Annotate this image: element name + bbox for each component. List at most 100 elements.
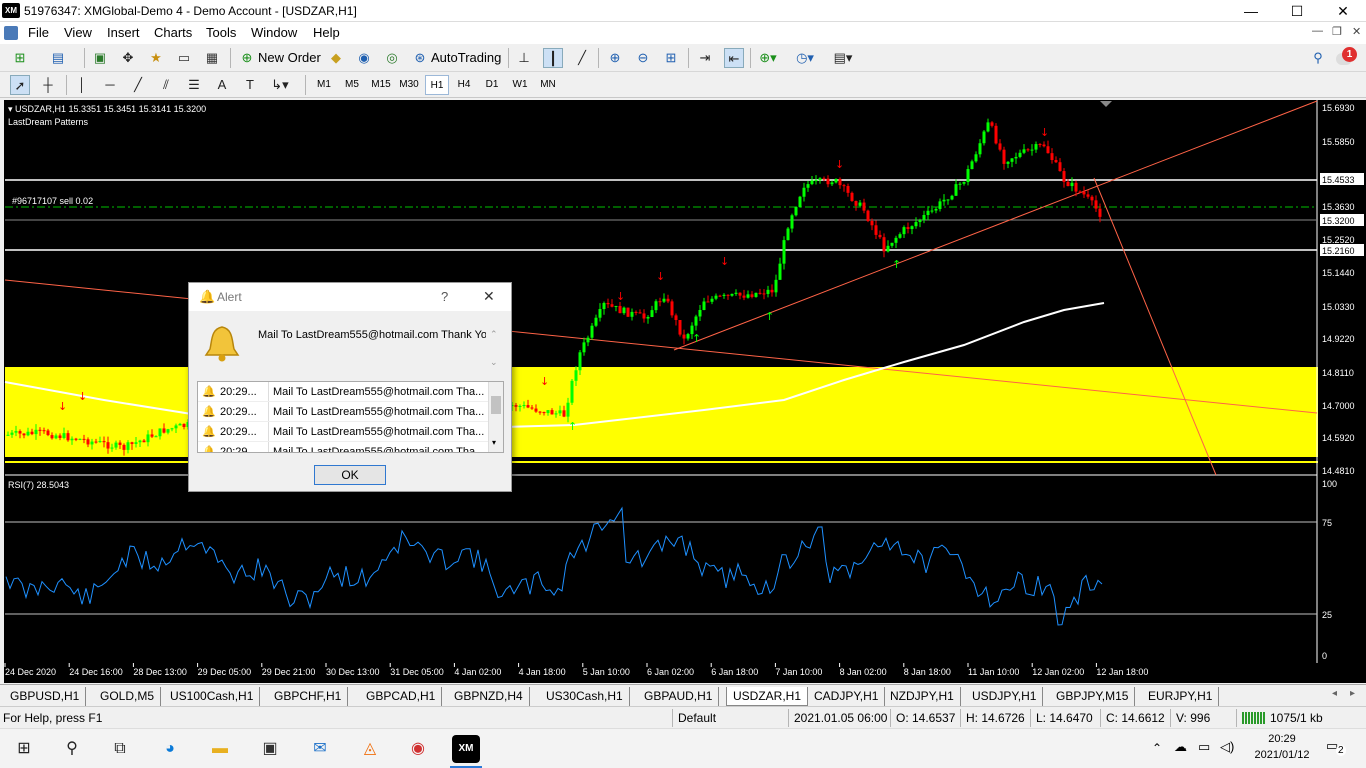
terminal-icon[interactable]: ▭ <box>174 48 194 68</box>
help-button[interactable]: ? <box>441 289 448 304</box>
list-item[interactable]: 🔔 20:29... Mail To LastDream555@hotmail.… <box>198 382 488 402</box>
minimize-button[interactable]: — <box>1228 0 1274 22</box>
chart-tab[interactable]: USDZAR,H1 <box>726 687 809 706</box>
chart-shift-marker[interactable] <box>1100 101 1112 107</box>
menu-help[interactable]: Help <box>313 25 340 40</box>
timeframe-m1[interactable]: M1 <box>312 75 336 95</box>
periods-icon[interactable]: ◷▾ <box>795 48 815 68</box>
scroll-down-icon[interactable]: ⌄ <box>490 357 498 368</box>
ok-button[interactable]: OK <box>314 465 386 485</box>
timeframe-m15[interactable]: M15 <box>368 75 394 95</box>
chart-tab[interactable]: CADJPY,H1 <box>808 687 886 706</box>
volume-icon[interactable]: ◁) <box>1220 739 1234 755</box>
menu-view[interactable]: View <box>64 25 92 40</box>
fibonacci-icon[interactable]: ☰ <box>184 75 204 95</box>
timeframe-m30[interactable]: M30 <box>396 75 422 95</box>
timeframe-mn[interactable]: MN <box>536 75 560 95</box>
alert-close-button[interactable]: ✕ <box>483 288 495 305</box>
search-icon[interactable]: ⚲ <box>58 735 86 763</box>
chart-tab[interactable]: US30Cash,H1 <box>540 687 630 706</box>
mdi-minimize-button[interactable]: — <box>1312 25 1323 37</box>
battery-icon[interactable]: ▭ <box>1198 739 1210 755</box>
chart-tab[interactable]: GOLD,M5 <box>94 687 162 706</box>
list-item[interactable]: 🔔 20:29... Mail To LastDream555@hotmail.… <box>198 442 488 452</box>
timeframe-h4[interactable]: H4 <box>452 75 476 95</box>
notifications-icon[interactable]: 1 <box>1336 47 1358 69</box>
menu-tools[interactable]: Tools <box>206 25 236 40</box>
text-label-icon[interactable]: T <box>240 75 260 95</box>
scrollbar-thumb[interactable] <box>491 396 501 414</box>
scroll-up-icon[interactable]: ⌃ <box>490 329 498 340</box>
alert-history-list[interactable]: 🔔 20:29... Mail To LastDream555@hotmail.… <box>197 381 504 453</box>
indicators-icon[interactable]: ⊕▾ <box>758 48 778 68</box>
text-icon[interactable]: A <box>212 75 232 95</box>
profiles-icon[interactable]: ▤ <box>48 48 68 68</box>
mdi-restore-button[interactable]: ❐ <box>1332 25 1342 38</box>
meta-editor-icon[interactable]: ◆ <box>326 48 346 68</box>
equidistant-channel-icon[interactable]: ⫽ <box>156 75 176 95</box>
action-center-icon[interactable]: ▭ 2 <box>1326 737 1348 757</box>
chrome-icon[interactable]: ◉ <box>404 735 432 763</box>
chart-tab[interactable]: US100Cash,H1 <box>164 687 261 706</box>
chart-tab[interactable]: NZDJPY,H1 <box>884 687 961 706</box>
maximize-button[interactable]: ☐ <box>1274 0 1320 22</box>
list-item[interactable]: 🔔 20:29... Mail To LastDream555@hotmail.… <box>198 422 488 442</box>
clock-date[interactable]: 2021/01/12 <box>1246 749 1318 761</box>
order-label[interactable]: #96717107 sell 0.02 <box>12 196 93 206</box>
menu-insert[interactable]: Insert <box>107 25 140 40</box>
data-window-icon[interactable]: ✥ <box>118 48 138 68</box>
menu-file[interactable]: File <box>28 25 49 40</box>
chart-tab[interactable]: GBPNZD,H4 <box>448 687 530 706</box>
line-chart-icon[interactable]: ╱ <box>572 48 592 68</box>
chart-dropdown-icon[interactable]: ▾ <box>8 104 15 114</box>
crosshair-icon[interactable]: ┼ <box>38 75 58 95</box>
menu-charts[interactable]: Charts <box>154 25 192 40</box>
vertical-line-icon[interactable]: │ <box>72 75 92 95</box>
menu-window[interactable]: Window <box>251 25 297 40</box>
chart-tab[interactable]: GBPJPY,M15 <box>1050 687 1136 706</box>
clock-time[interactable]: 20:29 <box>1256 733 1308 745</box>
connection-status-icon[interactable] <box>1242 712 1266 724</box>
task-view-icon[interactable]: ⧉ <box>106 735 134 763</box>
autotrading-button[interactable]: AutoTrading <box>431 47 501 69</box>
strategy-tester-icon[interactable]: ▦ <box>202 48 222 68</box>
timeframe-w1[interactable]: W1 <box>508 75 532 95</box>
onedrive-icon[interactable]: ☁ <box>1174 739 1187 755</box>
timeframe-h1[interactable]: H1 <box>425 75 449 95</box>
chart-tab[interactable]: USDJPY,H1 <box>966 687 1044 706</box>
timeframe-m5[interactable]: M5 <box>340 75 364 95</box>
navigator-icon[interactable]: ★ <box>146 48 166 68</box>
edge-browser-icon[interactable]: ◕ <box>156 735 184 763</box>
signals-icon[interactable]: ◎ <box>382 48 402 68</box>
zoom-in-icon[interactable]: ⊕ <box>605 48 625 68</box>
scroll-down-arrow-icon[interactable]: ▾ <box>492 438 496 447</box>
horizontal-line-icon[interactable]: ─ <box>100 75 120 95</box>
windows-start-icon[interactable]: ⊞ <box>10 735 38 763</box>
market-watch-icon[interactable]: ▣ <box>90 48 110 68</box>
tile-windows-icon[interactable]: ⊞ <box>661 48 681 68</box>
arrows-icon[interactable]: ↳▾ <box>270 75 290 95</box>
chart-tab[interactable]: GBPUSD,H1 <box>4 687 87 706</box>
new-order-icon[interactable]: ⊕ <box>237 48 257 68</box>
chart-tab[interactable]: GBPAUD,H1 <box>638 687 720 706</box>
trendline-icon[interactable]: ╱ <box>128 75 148 95</box>
search-icon[interactable]: ⚲ <box>1308 48 1328 68</box>
zoom-out-icon[interactable]: ⊖ <box>633 48 653 68</box>
bar-chart-icon[interactable]: ⊥ <box>514 48 534 68</box>
auto-scroll-icon[interactable]: ⇥ <box>695 48 715 68</box>
mdi-close-button[interactable]: ✕ <box>1352 25 1361 38</box>
community-icon[interactable]: ◉ <box>354 48 374 68</box>
chart-shift-icon[interactable]: ⇤ <box>724 48 744 68</box>
tray-expand-icon[interactable]: ⌃ <box>1152 741 1162 755</box>
mail-icon[interactable]: ✉ <box>306 735 334 763</box>
candlestick-icon[interactable]: ┃ <box>543 48 563 68</box>
chart-tab[interactable]: GBPCHF,H1 <box>268 687 349 706</box>
new-chart-icon[interactable]: ⊞ <box>10 48 30 68</box>
tab-scroll-left-icon[interactable]: ◂ <box>1332 688 1337 699</box>
list-item[interactable]: 🔔 20:29... Mail To LastDream555@hotmail.… <box>198 402 488 422</box>
timeframe-d1[interactable]: D1 <box>480 75 504 95</box>
cursor-icon[interactable]: ➚ <box>10 75 30 95</box>
store-icon[interactable]: ▣ <box>256 735 284 763</box>
alert-dialog[interactable]: 🔔 Alert ? ✕ Mail To LastDream555@hotmail… <box>188 282 512 492</box>
list-scrollbar[interactable]: ▾ <box>488 382 503 452</box>
